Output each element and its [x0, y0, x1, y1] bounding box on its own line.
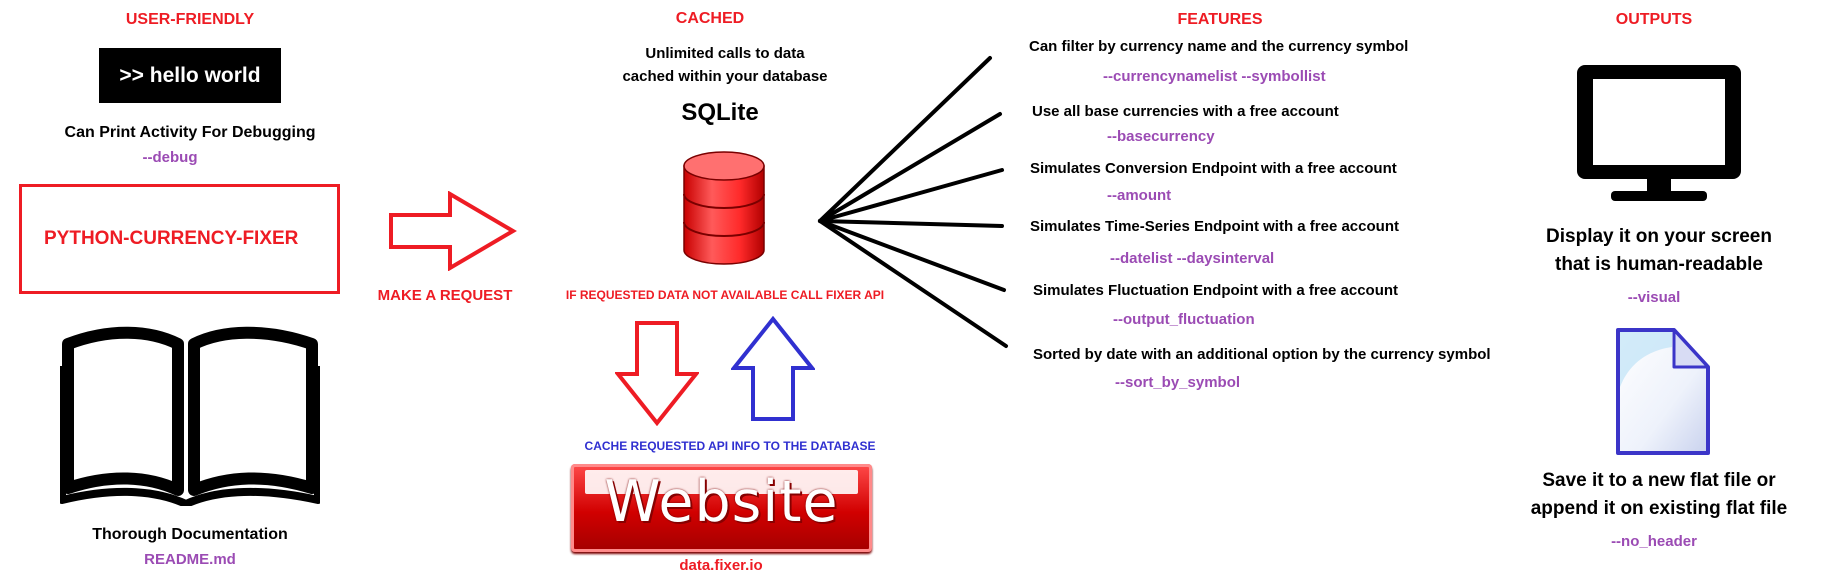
docs-title: Thorough Documentation [92, 526, 288, 543]
feature-2-desc: Use all base currencies with a free acco… [1032, 103, 1339, 120]
monitor-icon [1577, 65, 1741, 201]
cache-label: CACHE REQUESTED API INFO TO THE DATABASE [584, 439, 876, 453]
outputs-header: OUTPUTS [1615, 11, 1693, 28]
feature-3-flag: --amount [1107, 187, 1172, 204]
database-icon [683, 151, 765, 265]
connector-line [818, 219, 1004, 228]
file-flag: --no_header [1611, 533, 1697, 550]
project-name: PYTHON-CURRENCY-FIXER [44, 228, 299, 249]
database-name: SQLite [681, 99, 759, 126]
file-line-1: Save it to a new flat file or [1542, 470, 1776, 491]
feature-2-flag: --basecurrency [1107, 128, 1215, 145]
feature-4-desc: Simulates Time-Series Endpoint with a fr… [1030, 218, 1399, 235]
features-header: FEATURES [1177, 11, 1263, 28]
feature-6-flag: --sort_by_symbol [1115, 374, 1241, 391]
make-request-label: MAKE A REQUEST [377, 287, 513, 304]
feature-5-flag: --output_fluctuation [1113, 311, 1255, 328]
docs-file: README.md [144, 551, 236, 568]
terminal-hello-world: >> hello world [99, 48, 281, 103]
file-line-2: append it on existing flat file [1530, 498, 1788, 519]
debug-description: Can Print Activity For Debugging [64, 124, 316, 141]
feature-6-desc: Sorted by date with an additional option… [1033, 346, 1491, 363]
debug-flag: --debug [142, 149, 198, 166]
screen-line-1: Display it on your screen [1546, 226, 1772, 247]
down-arrow-icon [615, 321, 699, 426]
document-icon [1616, 328, 1710, 455]
website-button: Website [571, 464, 872, 552]
connector-line [818, 168, 1004, 223]
connector-line [818, 219, 1006, 292]
website-text: Website [604, 469, 839, 535]
feature-1-flag: --currencynamelist --symbollist [1103, 68, 1326, 85]
user-friendly-header: USER-FRIENDLY [125, 11, 255, 28]
project-name-box: PYTHON-CURRENCY-FIXER [19, 184, 340, 294]
feature-1-desc: Can filter by currency name and the curr… [1029, 38, 1409, 55]
cached-line-1: Unlimited calls to data [645, 45, 805, 62]
up-arrow-icon [731, 316, 815, 421]
cached-header: CACHED [675, 10, 745, 27]
connector-line [818, 112, 1002, 223]
book-icon [60, 326, 320, 506]
website-url: data.fixer.io [679, 557, 763, 574]
feature-3-desc: Simulates Conversion Endpoint with a fre… [1030, 160, 1397, 177]
cached-line-2: cached within your database [622, 68, 828, 85]
screen-flag: --visual [1627, 289, 1681, 306]
connector-line [818, 219, 1008, 348]
screen-line-2: that is human-readable [1555, 254, 1763, 275]
feature-5-desc: Simulates Fluctuation Endpoint with a fr… [1033, 282, 1399, 299]
right-arrow-icon [389, 191, 517, 271]
feature-4-flag: --datelist --daysinterval [1110, 250, 1275, 267]
fallback-label: IF REQUESTED DATA NOT AVAILABLE CALL FIX… [565, 288, 885, 302]
